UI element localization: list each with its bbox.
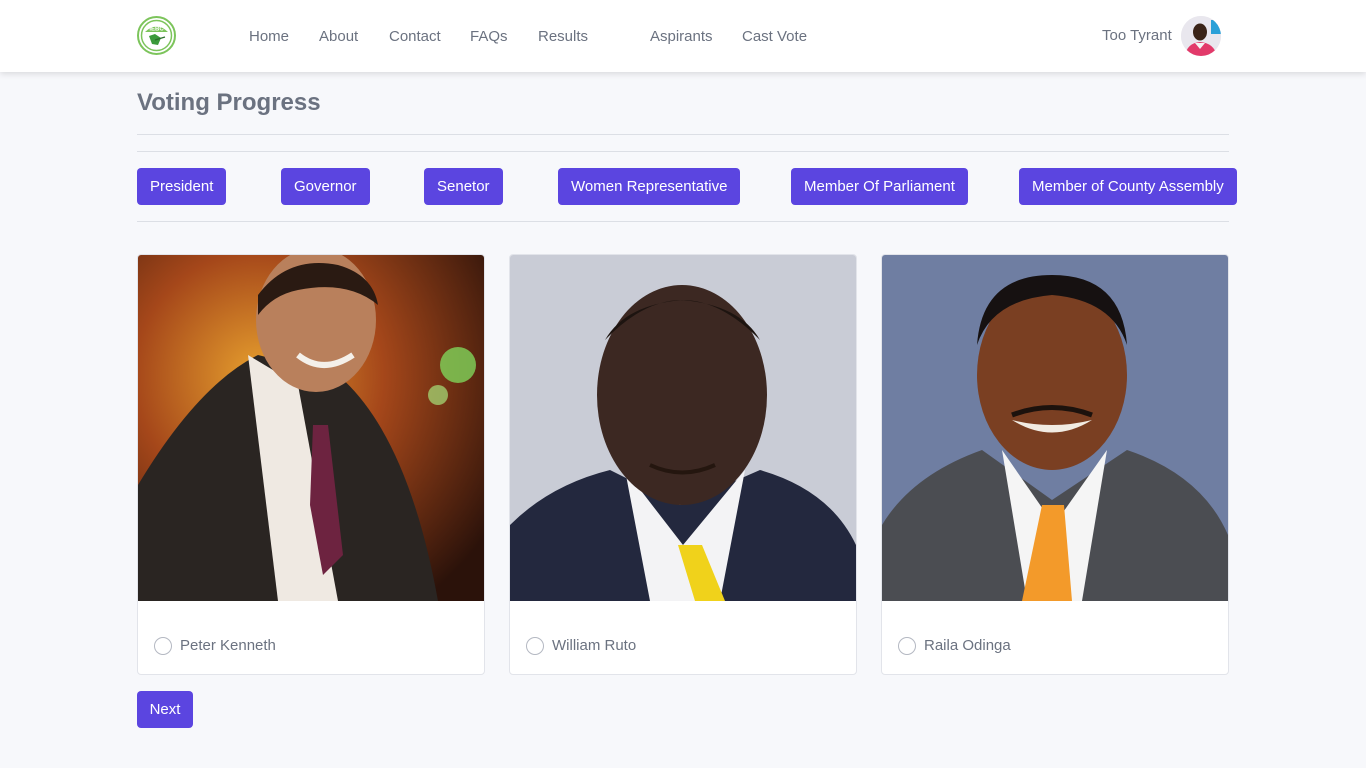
nav-link-contact[interactable]: Contact: [389, 28, 441, 45]
user-avatar[interactable]: [1181, 16, 1221, 56]
nav-link-faqs[interactable]: FAQs: [470, 28, 508, 45]
candidate-card[interactable]: William Ruto: [509, 254, 857, 675]
position-button-women-representative[interactable]: Women Representative: [558, 168, 741, 205]
position-button-member-of-county-assembly[interactable]: Member of County Assembly: [1019, 168, 1237, 205]
divider: [137, 221, 1229, 222]
candidate-radio[interactable]: [898, 637, 916, 655]
candidate-name[interactable]: William Ruto: [552, 637, 636, 654]
candidate-photo: [138, 255, 484, 601]
nav-link-home[interactable]: Home: [249, 28, 289, 45]
top-navbar: IEBC Home About Contact FAQs Results Asp…: [0, 0, 1366, 72]
candidate-card[interactable]: Raila Odinga: [881, 254, 1229, 675]
next-button[interactable]: Next: [137, 691, 193, 728]
divider: [137, 151, 1229, 152]
nav-link-aspirants[interactable]: Aspirants: [650, 28, 713, 45]
page-title: Voting Progress: [137, 89, 321, 116]
position-button-president[interactable]: President: [137, 168, 227, 205]
candidate-card[interactable]: Peter Kenneth: [137, 254, 485, 675]
nav-link-about[interactable]: About: [319, 28, 358, 45]
position-button-member-of-parliament[interactable]: Member Of Parliament: [791, 168, 968, 205]
iebc-logo[interactable]: IEBC: [137, 16, 176, 55]
nav-link-cast-vote[interactable]: Cast Vote: [742, 28, 807, 45]
position-button-senator[interactable]: Senetor: [424, 168, 503, 205]
candidate-photo: [882, 255, 1228, 601]
candidate-radio[interactable]: [526, 637, 544, 655]
candidate-radio[interactable]: [154, 637, 172, 655]
divider: [137, 134, 1229, 135]
position-button-governor[interactable]: Governor: [281, 168, 370, 205]
candidate-photo: [510, 255, 856, 601]
nav-link-results[interactable]: Results: [538, 28, 588, 45]
candidate-name[interactable]: Raila Odinga: [924, 637, 1011, 654]
candidate-name[interactable]: Peter Kenneth: [180, 637, 276, 654]
user-name[interactable]: Too Tyrant: [1102, 27, 1172, 44]
logo-text: IEBC: [149, 27, 164, 33]
